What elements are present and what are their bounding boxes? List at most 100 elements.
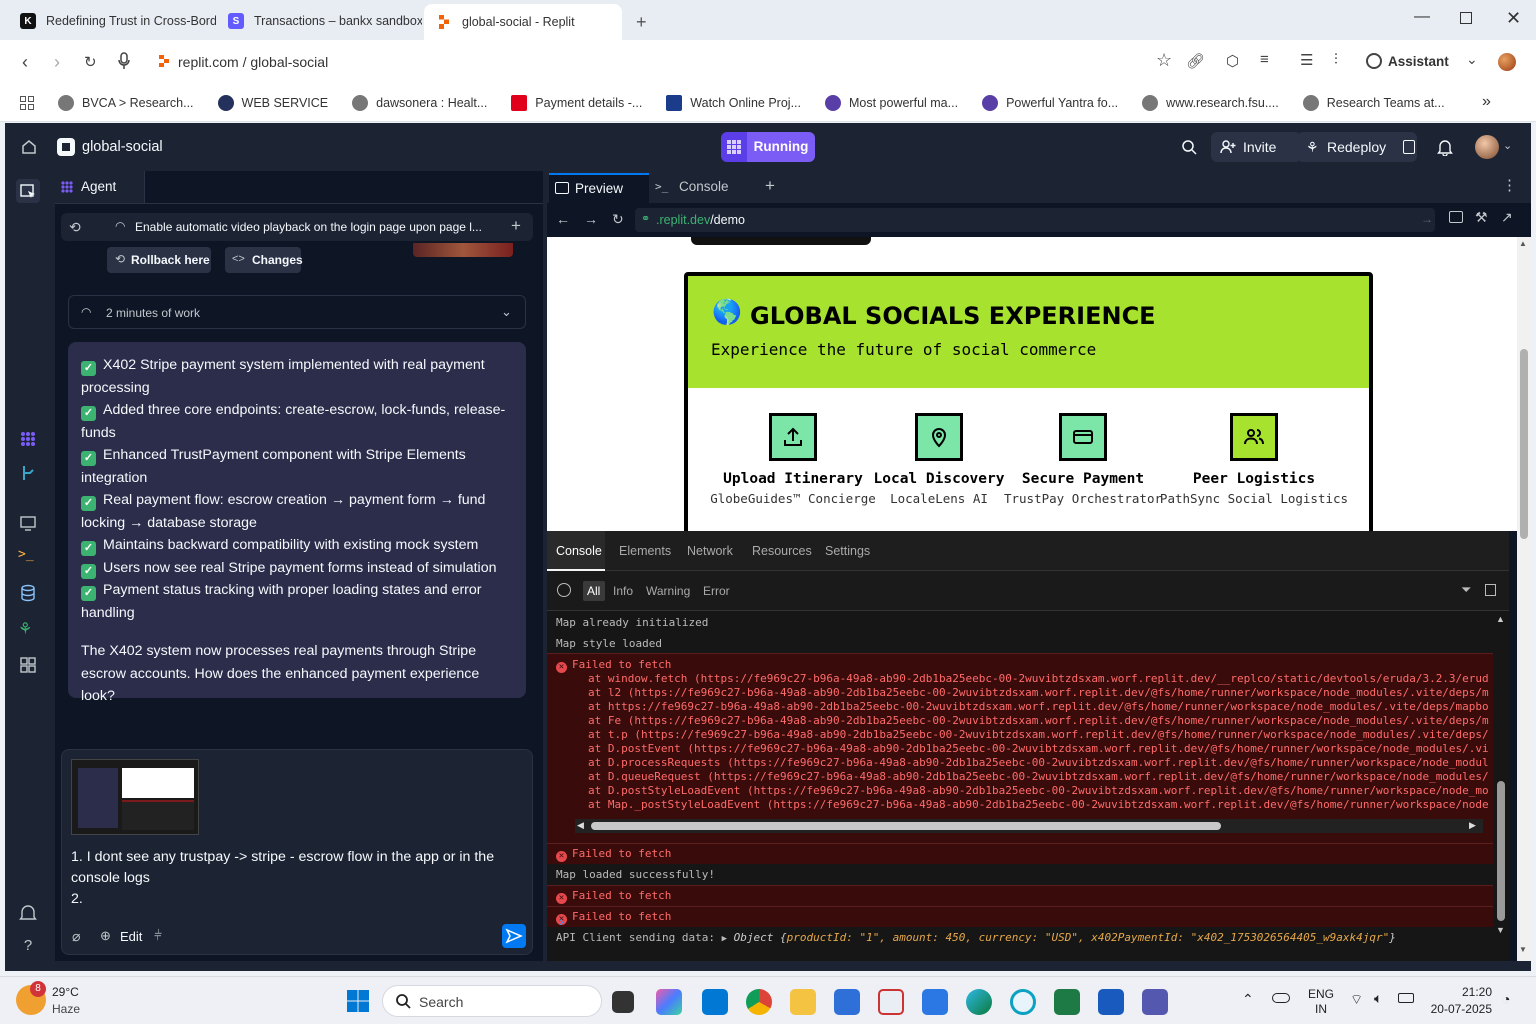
- taskbar-search-box[interactable]: Search: [382, 985, 602, 1017]
- start-windows-icon[interactable]: [346, 989, 370, 1013]
- bookmark-item[interactable]: Research Teams at...: [1302, 94, 1445, 111]
- filter-funnel-icon[interactable]: ⏷: [1461, 582, 1471, 598]
- site-info-icon[interactable]: [158, 54, 170, 68]
- clock-date[interactable]: 20-07-2025: [1424, 1002, 1492, 1016]
- help-icon[interactable]: ?: [18, 937, 38, 957]
- search-icon[interactable]: [1181, 139, 1197, 155]
- chevron-down-icon[interactable]: ⌄: [1466, 51, 1478, 68]
- send-button[interactable]: [502, 924, 526, 948]
- bookmark-item[interactable]: BVCA > Research...: [58, 94, 194, 111]
- weather-temp[interactable]: 29°C: [52, 985, 79, 999]
- back-icon[interactable]: ‹: [22, 52, 28, 73]
- filter-warning[interactable]: Warning: [646, 584, 690, 598]
- scroll-right-icon[interactable]: ▶: [1469, 820, 1476, 831]
- volume-icon[interactable]: 🔈︎: [1374, 990, 1382, 1007]
- add-icon[interactable]: +: [511, 216, 521, 236]
- all-tools-icon[interactable]: [18, 655, 38, 675]
- new-tab-icon[interactable]: +: [636, 12, 647, 33]
- user-avatar[interactable]: [1475, 135, 1499, 159]
- feature-secure-payment[interactable]: Secure Payment TrustPay Orchestrator: [1003, 413, 1163, 506]
- preview-tab[interactable]: Preview: [549, 173, 649, 203]
- agent-grid-icon[interactable]: [18, 429, 38, 449]
- link-icon[interactable]: 🔗︎: [1186, 52, 1205, 70]
- settings-sliders-icon[interactable]: ⫩: [154, 927, 162, 944]
- browser-tab-1[interactable]: K Redefining Trust in Cross-Bord: [8, 6, 216, 36]
- console-prompt-icon[interactable]: ›: [559, 913, 564, 929]
- shell-icon[interactable]: >_: [18, 547, 38, 567]
- devtools-tab-resources[interactable]: Resources: [752, 544, 812, 558]
- browser-tab-3-active[interactable]: global-social - Replit: [424, 4, 622, 40]
- run-icon[interactable]: [721, 132, 747, 162]
- scroll-down-icon[interactable]: ▼: [1496, 925, 1505, 935]
- devtools-tab-settings[interactable]: Settings: [825, 544, 870, 558]
- url-text[interactable]: replit.com / global-social: [178, 54, 328, 70]
- error-entry[interactable]: ✕ Failed to fetch: [547, 843, 1493, 864]
- back-arrow-icon[interactable]: ←: [556, 211, 570, 227]
- changes-button[interactable]: <> Changes: [225, 247, 303, 273]
- edit-label[interactable]: Edit: [120, 929, 142, 944]
- page-scrollbar-thumb[interactable]: [1520, 349, 1528, 539]
- devtools-tab-console[interactable]: Console: [547, 531, 605, 571]
- horizontal-scrollbar-thumb[interactable]: [591, 822, 1221, 830]
- close-window-icon[interactable]: ✕: [1506, 8, 1521, 29]
- reload-icon[interactable]: ↻: [84, 53, 97, 71]
- weather-desc[interactable]: Haze: [52, 1002, 80, 1016]
- edge-icon[interactable]: [966, 989, 992, 1015]
- error-entry[interactable]: ✕ Failed to fetch: [547, 906, 1493, 927]
- file-explorer-icon[interactable]: [790, 989, 816, 1015]
- work-time-row[interactable]: ◠ 2 minutes of work ⌄: [68, 295, 526, 329]
- scroll-up-icon[interactable]: ▲: [1519, 239, 1527, 248]
- excel-icon[interactable]: [1054, 989, 1080, 1015]
- bookmark-item[interactable]: Watch Online Proj...: [666, 94, 801, 111]
- bookmark-item[interactable]: www.research.fsu....: [1142, 94, 1279, 111]
- devtools-wrench-icon[interactable]: ⚒: [1475, 209, 1488, 226]
- maximize-icon[interactable]: [1460, 12, 1472, 24]
- audio-icon[interactable]: ⫶: [1334, 51, 1338, 68]
- horizontal-scrollbar[interactable]: ◀ ▶: [575, 819, 1483, 833]
- bookmark-star-icon[interactable]: ☆: [1156, 50, 1172, 71]
- scroll-down-icon[interactable]: ▼: [1519, 945, 1527, 954]
- weather-icon[interactable]: 8: [16, 981, 46, 1015]
- webview-url-input[interactable]: ⚭ .replit.dev/demo →: [635, 208, 1435, 232]
- wifi-icon[interactable]: ⌔: [1350, 991, 1363, 1009]
- language-indicator[interactable]: ENG IN: [1308, 987, 1334, 1017]
- go-arrow-icon[interactable]: →: [1421, 212, 1433, 226]
- git-branch-icon[interactable]: [18, 463, 38, 483]
- invite-button[interactable]: Invite: [1211, 132, 1301, 162]
- feature-peer-logistics[interactable]: Peer Logistics PathSync Social Logistics: [1159, 413, 1349, 506]
- deployments-icon[interactable]: ⚘: [18, 619, 38, 639]
- notifications-icon[interactable]: ◔: [1502, 991, 1510, 1007]
- chevron-down-icon[interactable]: ⌄: [1503, 139, 1512, 152]
- alerts-icon[interactable]: [18, 903, 38, 923]
- api-log-line[interactable]: API Client sending data: ▶ Object {produ…: [556, 931, 1396, 946]
- console-scrollbar[interactable]: ▲ ▼: [1493, 611, 1509, 961]
- apps-grid-icon[interactable]: [20, 95, 34, 110]
- console-tab[interactable]: >_ Console: [651, 173, 761, 203]
- clear-console-icon[interactable]: [557, 583, 571, 597]
- devtools-tab-network[interactable]: Network: [687, 544, 733, 558]
- notification-bell-icon[interactable]: [1437, 138, 1453, 156]
- scroll-left-icon[interactable]: ◀: [577, 820, 584, 831]
- extensions-icon[interactable]: ⬡: [1226, 52, 1239, 70]
- error-entry[interactable]: ✕ Failed to fetch: [547, 885, 1493, 906]
- assistant-icon[interactable]: [1366, 53, 1382, 69]
- filter-all[interactable]: All: [583, 581, 605, 601]
- more-options-icon[interactable]: ⋮: [1502, 176, 1517, 194]
- profile-avatar[interactable]: [1498, 53, 1516, 71]
- checkpoint-row[interactable]: ⟲ ◠ Enable automatic video playback on t…: [61, 213, 533, 241]
- chat-input-box[interactable]: 1. I dont see any trustpay -> stripe - e…: [61, 749, 533, 955]
- assistant-label[interactable]: Assistant: [1388, 54, 1449, 69]
- database-icon[interactable]: [18, 583, 38, 603]
- run-button[interactable]: Running: [747, 132, 815, 162]
- project-name[interactable]: global-social: [82, 139, 163, 155]
- expand-triangle-icon[interactable]: ▶: [722, 934, 727, 944]
- feature-upload-itinerary[interactable]: Upload Itinerary GlobeGuides™ Concierge: [705, 413, 881, 506]
- error-entry[interactable]: ✕ Failed to fetch at window.fetch (https:…: [547, 653, 1493, 843]
- history-icon[interactable]: ⟲: [69, 219, 81, 236]
- microsoft-store-icon[interactable]: [834, 989, 860, 1015]
- reading-list-icon[interactable]: ≡: [1260, 51, 1269, 68]
- agent-cursor-icon[interactable]: [16, 179, 40, 203]
- bookmark-item[interactable]: dawsonera : Healt...: [352, 94, 487, 111]
- chevron-up-icon[interactable]: ⌃: [1242, 991, 1254, 1008]
- new-pane-tab-icon[interactable]: +: [765, 176, 775, 196]
